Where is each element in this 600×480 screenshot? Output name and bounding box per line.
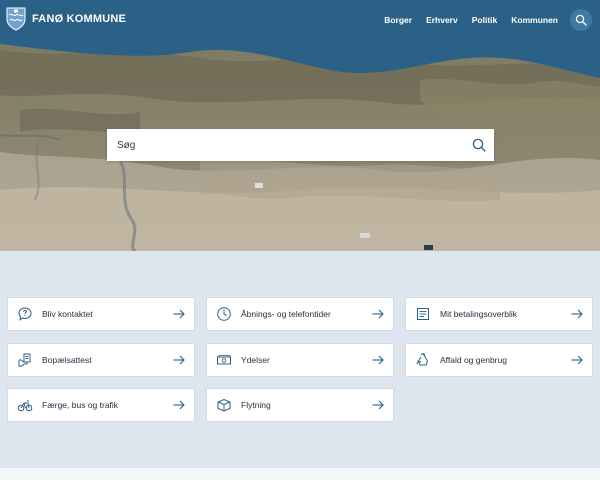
question-bubble-icon [18,307,32,321]
logo-text: FANØ KOMMUNE [32,13,127,25]
arrow-right-icon [372,309,384,319]
arrow-right-icon [571,309,583,319]
card-label: Flytning [241,400,271,410]
card-label: Affald og genbrug [440,355,507,365]
nav-item-erhverv[interactable]: Erhverv [426,15,458,25]
hero-search-input[interactable] [107,129,464,161]
recycle-icon [416,352,428,366]
card-label: Åbnings- og telefontider [241,309,331,319]
card-label: Ydelser [241,355,270,365]
card-label: Mit betalingsoverblik [440,309,518,319]
arrow-right-icon [571,355,583,365]
nav-item-politik[interactable]: Politik [472,15,498,25]
arrow-right-icon [173,355,185,365]
card-bopaelsattest[interactable]: Bopælsattest [7,343,195,377]
card-label: Bliv kontaktet [42,309,93,319]
card-label: Færge, bus og trafik [42,400,119,410]
invoice-icon [417,308,429,320]
hero-search-box [107,129,494,161]
header-search-button[interactable] [570,9,592,31]
main-nav: Borger Erhverv Politik Kommunen [370,0,558,40]
moving-box-icon [217,398,231,412]
footer-strip [0,468,600,480]
hero-search-button[interactable] [464,129,494,161]
site-header: FANØ KOMMUNE Borger Erhverv Politik Komm… [0,0,600,40]
card-bliv-kontaktet[interactable]: Bliv kontaktet [7,297,195,331]
bike-icon [17,400,33,412]
card-betalingsoverblik[interactable]: Mit betalingsoverblik [405,297,593,331]
nav-item-kommunen[interactable]: Kommunen [511,15,558,25]
search-icon [472,138,486,152]
card-faerge-bus-trafik[interactable]: Færge, bus og trafik [7,388,195,422]
clock-icon [217,307,231,321]
money-icon [217,355,231,365]
arrow-right-icon [372,355,384,365]
card-abningstider[interactable]: Åbnings- og telefontider [206,297,394,331]
arrow-right-icon [173,309,185,319]
card-label: Bopælsattest [42,355,92,365]
arrow-right-icon [372,400,384,410]
card-flytning[interactable]: Flytning [206,388,394,422]
logo[interactable]: FANØ KOMMUNE [6,7,126,31]
card-ydelser[interactable]: Ydelser [206,343,394,377]
hand-document-icon [18,353,31,367]
arrow-right-icon [173,400,185,410]
search-icon [575,14,587,26]
card-affald[interactable]: Affald og genbrug [405,343,593,377]
coat-of-arms-icon [6,7,26,31]
nav-item-borger[interactable]: Borger [384,15,412,25]
